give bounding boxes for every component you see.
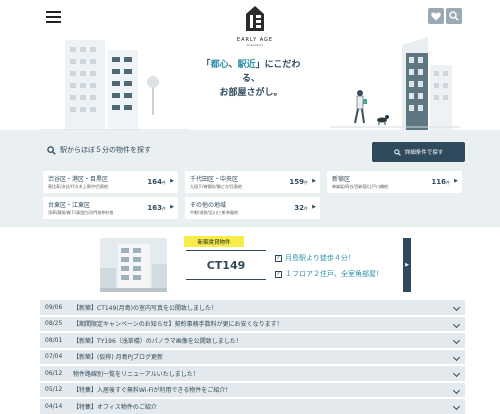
news-date: 05/12 [45,386,63,394]
news-date: 07/04 [45,353,63,361]
check-icon: ✓ [275,270,282,278]
search-button[interactable] [446,8,462,24]
logo-mark-icon [246,6,264,31]
area-count: 163件 [147,204,166,212]
new-property-badge: 新築賃貸物件 [184,236,244,247]
area-count: 116件 [431,178,450,186]
area-name: その他の地域 [190,202,227,209]
area-stations: 九段下/神保町/勝どき/月島他 [190,184,242,189]
news-title: 【期間限定キャンペーンのお知らせ】契約事務手数料が更にお安くなります！ [73,321,283,329]
area-count: 164件 [147,178,166,186]
area-stations: 中野/池袋/品川/三軒茶屋他 [190,210,239,215]
area-name: 新宿区 [332,176,351,183]
arrow-right-icon: ▶ [170,204,174,210]
news-title: 【特集】入居後すぐ無料Wi-Fiが利用できる物件をご紹介！ [73,387,232,395]
tagline-highlight-1: 都心 [210,60,229,70]
heart-icon [431,12,441,20]
area-count: 32件 [294,204,308,212]
detail-search-button[interactable]: 詳細条件で探す [372,142,465,162]
area-name: 台東区・江東区 [48,202,91,209]
area-card-chiyoda[interactable]: 千代田区・中央区 九段下/神保町/勝どき/月島他 159件 ▶ [185,171,320,193]
news-date: 08/01 [45,336,63,344]
area-stations: 神楽坂/四谷/西新宿/江戸川橋他 [332,184,389,189]
check-icon: ✓ [275,254,282,262]
tagline-line2: お部屋さがし。 [219,88,283,98]
walker-figure [354,90,367,124]
favorite-button[interactable] [428,8,444,24]
tagline: 「都心、駅近」にこだわる、 お部屋さがし。 [196,58,306,100]
station-search-link[interactable]: 駅からほぼ５分の物件を探す [47,145,151,155]
property-feature: ✓ １フロア２住戸、全室角部屋！ [275,270,383,278]
news-date: 04/14 [45,402,63,410]
search-icon [449,11,459,21]
page: EARLY AGE tsukishima 「都心、駅近」にこだわる、 お部屋さが… [0,0,500,414]
news-item[interactable]: 08/01 【新築】TY196（浅草橋）のパノラマ画像を公開致しました！ [40,333,465,350]
new-property-banner[interactable]: 新築賃貸物件 CT149 ✓ 月島駅より徒歩４分！ ✓ １フロア２住戸、全室角部… [100,236,411,292]
news-title: 【新築】TY196（浅草橋）のパノラマ画像を公開致しました！ [73,337,242,345]
arrow-right-icon: ▶ [454,178,458,184]
news-date: 06/12 [45,369,63,377]
header: EARLY AGE tsukishima 「都心、駅近」にこだわる、 お部屋さが… [0,0,500,130]
news-item[interactable]: 04/14 【特集】オフィス物件のご紹介 [40,399,465,414]
news-title: 【特集】オフィス物件のご紹介 [73,403,157,411]
building-illustration-right [330,37,460,130]
arrow-right-icon: ▶ [170,178,174,184]
arrow-right-icon[interactable]: ▶ [403,238,411,292]
search-icon [47,145,56,155]
news-title: 物件路線別一覧をリニューアルいたしました！ [73,370,199,378]
logo[interactable]: EARLY AGE tsukishima [235,4,275,50]
area-count: 159件 [289,178,308,186]
news-item[interactable]: 05/12 【特集】入居後すぐ無料Wi-Fiが利用できる物件をご紹介！ [40,382,465,399]
area-name: 渋谷区・港区・目黒区 [48,176,109,183]
station-search-label: 駅からほぼ５分の物件を探す [60,146,151,154]
arrow-right-icon: ▶ [312,178,316,184]
dog-figure [377,115,389,125]
area-stations: 恵比寿/渋谷/代々木上原/中目黒他 [48,184,109,189]
news-date: 08/25 [45,320,63,328]
area-card-shibuya[interactable]: 渋谷区・港区・目黒区 恵比寿/渋谷/代々木上原/中目黒他 164件 ▶ [43,171,178,193]
building-illustration-left [40,40,190,130]
area-search-panel: 駅からほぼ５分の物件を探す 詳細条件で探す 渋谷区・港区・目黒区 恵比寿/渋谷/… [0,130,500,227]
detail-search-label: 詳細条件で探す [404,150,444,156]
news-title: 【新築】CT149(月島)の室内写真を公開致しました！ [73,304,217,312]
area-name: 千代田区・中央区 [190,176,239,183]
area-card-other[interactable]: その他の地域 中野/池袋/品川/三軒茶屋他 32件 ▶ [185,197,320,219]
news-item[interactable]: 08/25 【期間限定キャンペーンのお知らせ】契約事務手数料が更にお安くなります… [40,316,465,333]
search-icon [393,148,401,156]
news-item[interactable]: 07/04 【新築】(仮称) 月島PJブログ更新 [40,349,465,366]
arrow-right-icon: ▶ [312,204,316,210]
news-date: 09/06 [45,303,63,311]
area-card-shinjuku[interactable]: 新宿区 神楽坂/四谷/西新宿/江戸川橋他 116件 ▶ [327,171,462,193]
property-name: CT149 [186,250,266,280]
logo-subtext: tsukishima [246,43,264,47]
news-list: 09/06 【新築】CT149(月島)の室内写真を公開致しました！ 08/25 … [40,300,465,414]
news-title: 【新築】(仮称) 月島PJブログ更新 [73,354,163,362]
property-photo [100,238,167,292]
property-feature: ✓ 月島駅より徒歩４分！ [275,254,355,262]
menu-icon[interactable] [46,11,61,23]
news-item[interactable]: 06/12 物件路線別一覧をリニューアルいたしました！ [40,366,465,383]
area-stations: 浅草/蔵前/森下/清澄白河/門前仲町他 [48,210,114,215]
news-item[interactable]: 09/06 【新築】CT149(月島)の室内写真を公開致しました！ [40,300,465,317]
area-card-taito[interactable]: 台東区・江東区 浅草/蔵前/森下/清澄白河/門前仲町他 163件 ▶ [43,197,178,219]
tagline-highlight-2: 駅近 [237,60,256,70]
